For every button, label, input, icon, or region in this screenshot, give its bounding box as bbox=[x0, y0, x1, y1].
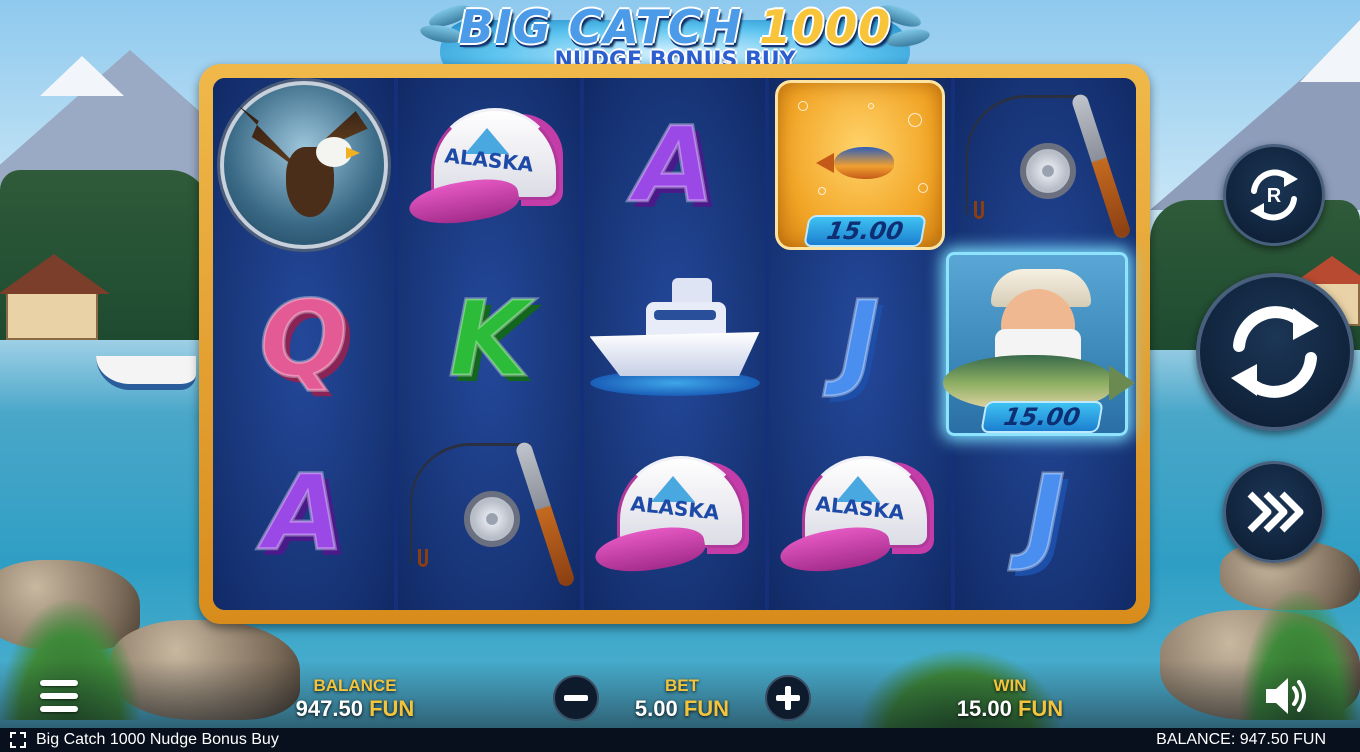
bet-display: BET 5.00 FUN bbox=[620, 676, 744, 722]
symbol-fishing-rod bbox=[955, 78, 1136, 252]
money-fish-card: 15.00 bbox=[774, 80, 945, 250]
footer-balance: BALANCE: 947.50 FUN bbox=[1156, 731, 1326, 748]
menu-icon bbox=[40, 680, 78, 686]
footer-bar: Big Catch 1000 Nudge Bonus Buy BALANCE: … bbox=[0, 728, 1360, 752]
fast-forward-icon bbox=[1247, 491, 1304, 533]
menu-button[interactable] bbox=[40, 678, 80, 714]
win-label: WIN bbox=[993, 676, 1027, 695]
symbol-eagle bbox=[213, 78, 394, 252]
symbol-a: A bbox=[584, 78, 765, 252]
symbol-j: J bbox=[955, 426, 1136, 600]
symbol-alaska-cap: ALASKA bbox=[769, 426, 950, 600]
reel-2: ALASKA K bbox=[398, 78, 580, 610]
house-left bbox=[6, 292, 98, 340]
logo-title-number: 1000 bbox=[759, 0, 892, 54]
symbol-alaska-cap: ALASKA bbox=[584, 426, 765, 600]
reel-1: Q A bbox=[213, 78, 395, 610]
minus-icon bbox=[564, 695, 588, 701]
roof-left bbox=[0, 254, 110, 294]
sound-button[interactable] bbox=[1262, 674, 1312, 718]
symbol-a: A bbox=[213, 426, 394, 600]
spin-button[interactable] bbox=[1196, 273, 1354, 431]
autoplay-button[interactable]: R bbox=[1223, 144, 1325, 246]
bet-currency: FUN bbox=[683, 696, 730, 721]
cap-icon: ALASKA bbox=[777, 448, 940, 580]
fish-icon bbox=[815, 147, 894, 179]
mountain-snow-right bbox=[1300, 20, 1360, 82]
increase-bet-button[interactable] bbox=[765, 675, 811, 721]
logo-title-text: BIG CATCH bbox=[458, 0, 743, 54]
symbol-letter: K bbox=[447, 278, 531, 400]
fishing-rod-icon bbox=[404, 433, 577, 593]
symbol-fisherman: 15.00 bbox=[943, 252, 1135, 436]
symbol-yacht bbox=[584, 252, 765, 426]
cap-icon: ALASKA bbox=[406, 100, 569, 232]
bet-value: 5.00 bbox=[634, 696, 678, 721]
eagle-icon bbox=[219, 81, 388, 249]
decrease-bet-button[interactable] bbox=[553, 675, 599, 721]
autoplay-icon: R bbox=[1250, 169, 1298, 221]
balance-display: BALANCE 947.50 FUN bbox=[280, 676, 430, 722]
symbol-letter: A bbox=[633, 104, 716, 226]
balance-value: 947.50 bbox=[295, 696, 363, 721]
win-value: 15.00 bbox=[956, 696, 1012, 721]
balance-label: BALANCE bbox=[313, 676, 397, 695]
autoplay-letter: R bbox=[1267, 185, 1282, 207]
yacht-icon bbox=[589, 274, 760, 404]
bet-label: BET bbox=[665, 676, 699, 695]
symbol-fishing-rod bbox=[398, 426, 579, 600]
speaker-icon bbox=[1266, 678, 1306, 714]
symbol-alaska-cap: ALASKA bbox=[398, 78, 579, 252]
balance-currency: FUN bbox=[369, 696, 415, 721]
reel-3: A ALASKA bbox=[583, 78, 766, 610]
symbol-j: J bbox=[769, 252, 950, 426]
symbol-q: Q bbox=[213, 252, 394, 426]
win-display: WIN 15.00 FUN bbox=[940, 676, 1080, 722]
symbol-letter: Q bbox=[258, 278, 349, 400]
fishing-rod-icon bbox=[960, 85, 1133, 245]
money-value-tag: 15.00 bbox=[803, 215, 927, 247]
symbol-money-fish: 15.00 bbox=[769, 78, 950, 252]
fisherman-value-tag: 15.00 bbox=[980, 401, 1104, 433]
win-currency: FUN bbox=[1017, 696, 1064, 721]
cap-icon: ALASKA bbox=[591, 448, 755, 580]
fullscreen-icon[interactable] bbox=[10, 732, 26, 748]
symbol-k: K bbox=[398, 252, 579, 426]
footer-game-name: Big Catch 1000 Nudge Bonus Buy bbox=[36, 731, 279, 748]
reel-4: 15.00 J ALASKA bbox=[769, 78, 951, 610]
logo-title: BIG CATCH 1000 bbox=[420, 0, 930, 54]
turbo-button[interactable] bbox=[1223, 461, 1325, 563]
spin-icon bbox=[1231, 306, 1319, 398]
symbol-letter: A bbox=[262, 452, 345, 574]
symbol-letter: J bbox=[1024, 452, 1066, 574]
symbol-letter: J bbox=[839, 278, 881, 400]
mountain-snow-left bbox=[40, 56, 124, 96]
